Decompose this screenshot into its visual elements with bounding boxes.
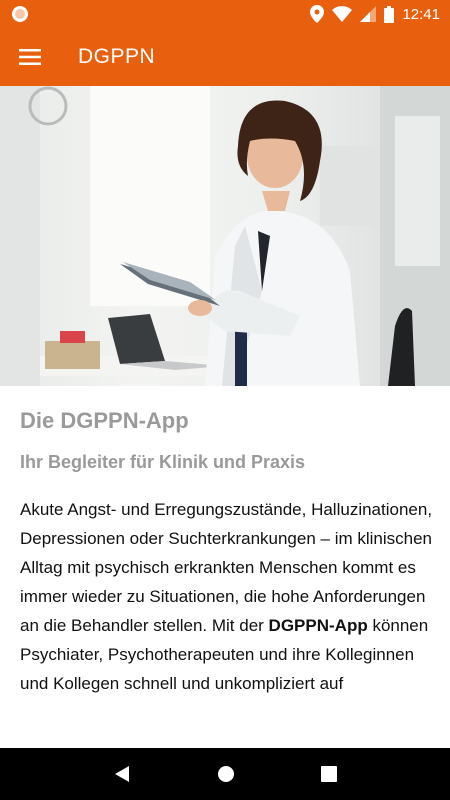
doctor-with-tablet-photo: [0, 86, 450, 386]
cellular-icon: [360, 6, 377, 22]
recents-icon[interactable]: [321, 766, 337, 782]
clock: 12:41: [402, 5, 440, 23]
status-bar: 12:41: [0, 0, 450, 28]
status-icons: 12:41: [310, 4, 440, 24]
app-title: DGPPN: [78, 45, 156, 68]
home-icon[interactable]: [217, 765, 235, 783]
system-nav-bar: [0, 748, 450, 800]
battery-icon: [384, 5, 395, 23]
intro-text-bold: DGPPN-App: [268, 616, 368, 635]
page-heading: Die DGPPN-App: [20, 408, 189, 433]
location-icon: [310, 5, 325, 23]
wifi-icon: [332, 6, 353, 22]
page-subheading: Ihr Begleiter für Klinik und Praxis: [20, 452, 306, 472]
intro-text-part1: Akute Angst- und Erregungszustände, Hall…: [20, 500, 433, 635]
notification-icon: [12, 6, 28, 22]
content-area: Die DGPPN-App Ihr Begleiter für Klinik u…: [20, 386, 434, 698]
back-icon[interactable]: [113, 765, 131, 783]
app-bar: DGPPN: [0, 28, 450, 86]
intro-paragraph: Akute Angst- und Erregungszustände, Hall…: [20, 495, 434, 698]
hamburger-menu-icon[interactable]: [0, 28, 60, 86]
